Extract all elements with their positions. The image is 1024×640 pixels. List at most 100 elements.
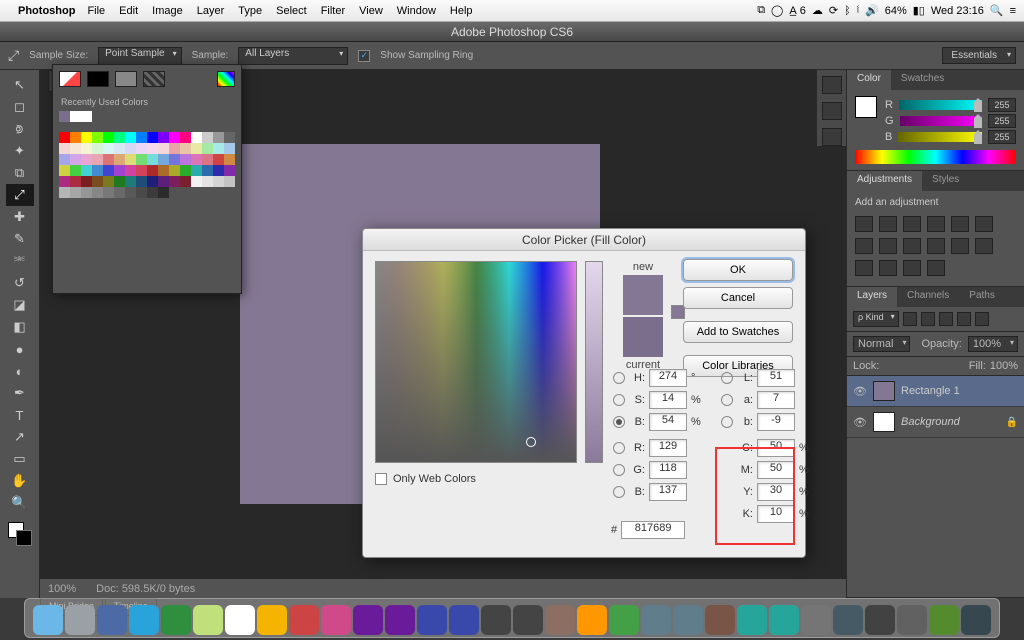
tab-styles[interactable]: Styles <box>922 171 969 191</box>
dock-app-icon[interactable] <box>97 605 127 635</box>
swatch[interactable] <box>169 143 180 154</box>
swatch[interactable] <box>92 187 103 198</box>
shape-tool-icon[interactable]: ▭ <box>6 448 34 470</box>
pen-tool-icon[interactable]: ✒ <box>6 382 34 404</box>
swatch[interactable] <box>191 154 202 165</box>
path-tool-icon[interactable]: ↗ <box>6 426 34 448</box>
swatch[interactable] <box>136 143 147 154</box>
swatch[interactable] <box>92 154 103 165</box>
properties-panel-icon[interactable] <box>822 102 842 120</box>
swatch[interactable] <box>59 154 70 165</box>
swatch[interactable] <box>213 165 224 176</box>
dock-app-icon[interactable] <box>641 605 671 635</box>
selective-icon[interactable] <box>927 260 945 276</box>
swatch[interactable] <box>224 143 235 154</box>
eyedropper-tool-icon[interactable]: ⤢ <box>8 47 19 64</box>
eraser-tool-icon[interactable]: ◪ <box>6 294 34 316</box>
tab-color[interactable]: Color <box>847 70 891 90</box>
color-panel-swatch[interactable] <box>855 96 877 118</box>
swatch[interactable] <box>224 154 235 165</box>
color-field[interactable] <box>375 261 577 463</box>
swatch[interactable] <box>81 132 92 143</box>
a-input[interactable]: 7 <box>757 391 795 409</box>
g-radio[interactable] <box>613 464 625 476</box>
dock-app-icon[interactable] <box>737 605 767 635</box>
exposure-icon[interactable] <box>927 216 945 232</box>
spectrum-swatch[interactable] <box>217 71 235 87</box>
swatch[interactable] <box>202 165 213 176</box>
sample-dropdown[interactable]: All Layers <box>238 47 348 65</box>
dock-app-icon[interactable] <box>353 605 383 635</box>
lock-all-icon[interactable] <box>931 360 943 372</box>
swatch[interactable] <box>202 154 213 165</box>
dock-app-icon[interactable] <box>449 605 479 635</box>
swatch[interactable] <box>147 154 158 165</box>
threshold-icon[interactable] <box>879 260 897 276</box>
menu-view[interactable]: View <box>359 5 383 17</box>
swatch[interactable] <box>147 143 158 154</box>
swatch[interactable] <box>59 111 70 122</box>
blend-mode-dropdown[interactable]: Normal <box>853 336 910 352</box>
stamp-tool-icon[interactable]: ⎃ <box>6 250 34 272</box>
lock-image-icon[interactable] <box>899 360 911 372</box>
dodge-tool-icon[interactable]: ◐ <box>6 360 34 382</box>
current-color-swatch[interactable] <box>623 317 663 357</box>
r-slider[interactable] <box>899 100 982 110</box>
swatch[interactable] <box>158 143 169 154</box>
channelmixer-icon[interactable] <box>927 238 945 254</box>
dock-app-icon[interactable] <box>289 605 319 635</box>
k-input[interactable]: 10 <box>757 505 795 523</box>
swatch[interactable] <box>114 176 125 187</box>
swatch[interactable] <box>114 165 125 176</box>
notification-icon[interactable]: ≡ <box>1010 5 1016 17</box>
posterize-icon[interactable] <box>855 260 873 276</box>
swatch[interactable] <box>158 176 169 187</box>
swatch[interactable] <box>191 165 202 176</box>
swatch[interactable] <box>59 143 70 154</box>
swatch[interactable] <box>191 143 202 154</box>
swatch[interactable] <box>70 176 81 187</box>
menu-layer[interactable]: Layer <box>197 5 225 17</box>
dock-app-icon[interactable] <box>865 605 895 635</box>
pattern-swatch[interactable] <box>143 71 165 87</box>
dock-app-icon[interactable] <box>801 605 831 635</box>
swatch[interactable] <box>59 176 70 187</box>
dock-app-icon[interactable] <box>833 605 863 635</box>
b-slider[interactable] <box>898 132 982 142</box>
dock-app-icon[interactable] <box>257 605 287 635</box>
y-input[interactable]: 30 <box>757 483 795 501</box>
bw-icon[interactable] <box>879 238 897 254</box>
fill-value[interactable]: 100% <box>990 360 1018 372</box>
swatch[interactable] <box>147 176 158 187</box>
swatch[interactable] <box>70 111 81 122</box>
layer-kind-filter[interactable]: ρ Kind <box>853 311 899 327</box>
swatch[interactable] <box>81 111 92 122</box>
b-value[interactable]: 255 <box>988 130 1016 144</box>
filter-smart-icon[interactable] <box>975 312 989 326</box>
swatch[interactable] <box>114 187 125 198</box>
layer-row[interactable]: 👁Background🔒 <box>847 407 1024 438</box>
lookup-icon[interactable] <box>951 238 969 254</box>
hex-input[interactable]: 817689 <box>621 521 685 539</box>
filter-pixel-icon[interactable] <box>903 312 917 326</box>
swatch[interactable] <box>158 165 169 176</box>
dock-app-icon[interactable] <box>481 605 511 635</box>
tab-channels[interactable]: Channels <box>897 287 959 307</box>
swatch[interactable] <box>180 154 191 165</box>
labb-input[interactable]: -9 <box>757 413 795 431</box>
spotlight-icon[interactable]: 🔍 <box>990 4 1004 17</box>
swatch[interactable] <box>92 165 103 176</box>
tab-swatches[interactable]: Swatches <box>891 70 954 90</box>
swatch[interactable] <box>158 132 169 143</box>
swatch[interactable] <box>224 132 235 143</box>
history-brush-tool-icon[interactable]: ↺ <box>6 272 34 294</box>
invert-icon[interactable] <box>975 238 993 254</box>
doc-size[interactable]: Doc: 598.5K/0 bytes <box>96 583 195 595</box>
swatch[interactable] <box>125 132 136 143</box>
swatch[interactable] <box>92 176 103 187</box>
add-to-swatches-button[interactable]: Add to Swatches <box>683 321 793 343</box>
swatch[interactable] <box>158 187 169 198</box>
swatch[interactable] <box>114 154 125 165</box>
r-value[interactable]: 255 <box>988 98 1016 112</box>
s-input[interactable]: 14 <box>649 391 687 409</box>
